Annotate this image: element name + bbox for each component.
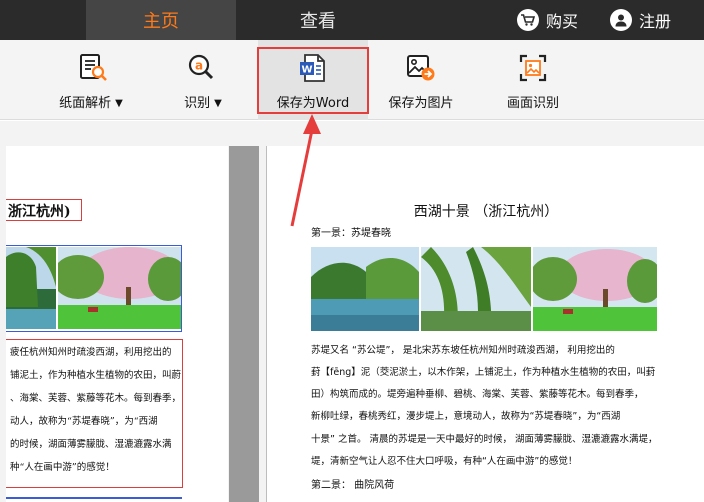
left-text-line: 铺泥土，作为种植水生植物的农田，叫蔚: [10, 370, 182, 381]
left-text-line: 的时候，湖面薄雾朦胧、湿漉漉露水满: [10, 439, 172, 450]
right-text-line: 葑【fēng】泥（茭泥淤土，以木作架，上铺泥土，作为种植水生植物的农田，叫葑: [311, 367, 656, 378]
top-nav-bar: 主页 查看 购买 注册: [0, 0, 704, 40]
right-text-line: 苏堤又名 “苏公堤”， 是北宋苏东坡任杭州知州时疏浚西湖， 利用挖出的: [311, 345, 615, 356]
left-page-title: 浙江杭州): [8, 204, 71, 220]
region-border: [6, 497, 182, 499]
right-text-line: 田）构筑而成的。堤旁遍种垂柳、碧桃、海棠、芙蓉、紫藤等花木。每到春季，: [311, 389, 644, 400]
lake-image: [311, 247, 419, 331]
document-area: 浙江杭州) 疲任杭州知州时疏浚西湖，利用挖出的 铺泥土，作为种植水生植物的农田，…: [0, 121, 704, 502]
cart-icon: [517, 9, 539, 31]
magnify-a-icon: a: [188, 54, 214, 80]
document-scan-icon: [80, 54, 107, 81]
left-text-line: 动人，故称为“苏堤春晓”，为“西湖: [10, 416, 158, 427]
right-page-title: 西湖十景 （浙江杭州）: [413, 204, 559, 220]
caret-down-icon: ▼: [115, 98, 123, 109]
left-text-line: 、海棠、芙蓉、紫藤等花木。每到春季，: [10, 393, 182, 404]
screen-recognize-button[interactable]: 画面识别: [498, 40, 568, 120]
svg-text:a: a: [195, 59, 203, 73]
user-icon: [610, 9, 632, 31]
save-as-image-button[interactable]: 保存为图片: [381, 40, 461, 120]
buy-button[interactable]: 购买: [517, 0, 578, 40]
right-page-footer: 第二景： 曲院风荷: [311, 480, 395, 491]
blossom-tree-image: [58, 247, 181, 329]
save-as-image-label: 保存为图片: [388, 96, 454, 111]
recognize-label: 识别: [184, 96, 211, 111]
right-page-result: 西湖十景 （浙江杭州） 第一景：苏堤春晓 苏堤又名 “苏公堤”， 是北宋苏东坡任…: [266, 146, 704, 502]
highlight-box: [257, 47, 369, 114]
recognize-button[interactable]: a 识别 ▼: [176, 40, 230, 120]
blossom-tree-image: [533, 247, 657, 331]
tab-home[interactable]: 主页: [86, 0, 236, 40]
willow-image: [421, 247, 531, 331]
tab-view[interactable]: 查看: [236, 0, 400, 40]
paper-parse-button[interactable]: 纸面解析 ▼: [52, 40, 130, 120]
page-divider: [229, 146, 259, 502]
right-page-subtitle: 第一景：苏堤春晓: [311, 228, 391, 239]
buy-label: 购买: [546, 12, 579, 31]
caret-down-icon: ▼: [214, 98, 222, 109]
right-text-line: 十景” 之首。 清晨的苏堤是一天中最好的时候， 湖面薄雾朦胧、湿漉漉露水满堤，: [311, 434, 658, 445]
register-button[interactable]: 注册: [610, 0, 671, 40]
screen-recognize-label: 画面识别: [506, 96, 559, 111]
left-page-original: 浙江杭州) 疲任杭州知州时疏浚西湖，利用挖出的 铺泥土，作为种植水生植物的农田，…: [6, 146, 228, 502]
right-text-line: 堤，清新空气让人忍不住大口呼吸，有种“人在画中游”的感觉！: [311, 456, 578, 467]
image-export-icon: [407, 55, 435, 81]
willow-lake-image: [6, 247, 56, 329]
screen-capture-icon: [519, 54, 547, 82]
left-text-line: 种“人在画中游”的感觉！: [10, 462, 115, 473]
register-label: 注册: [639, 12, 672, 31]
paper-parse-label: 纸面解析: [59, 96, 112, 111]
left-text-line: 疲任杭州知州时疏浚西湖，利用挖出的: [10, 347, 172, 358]
right-text-line: 新柳吐绿，春桃秀红，漫步堤上，意境动人，故称为“苏堤春晓”，为“西湖: [311, 411, 621, 422]
